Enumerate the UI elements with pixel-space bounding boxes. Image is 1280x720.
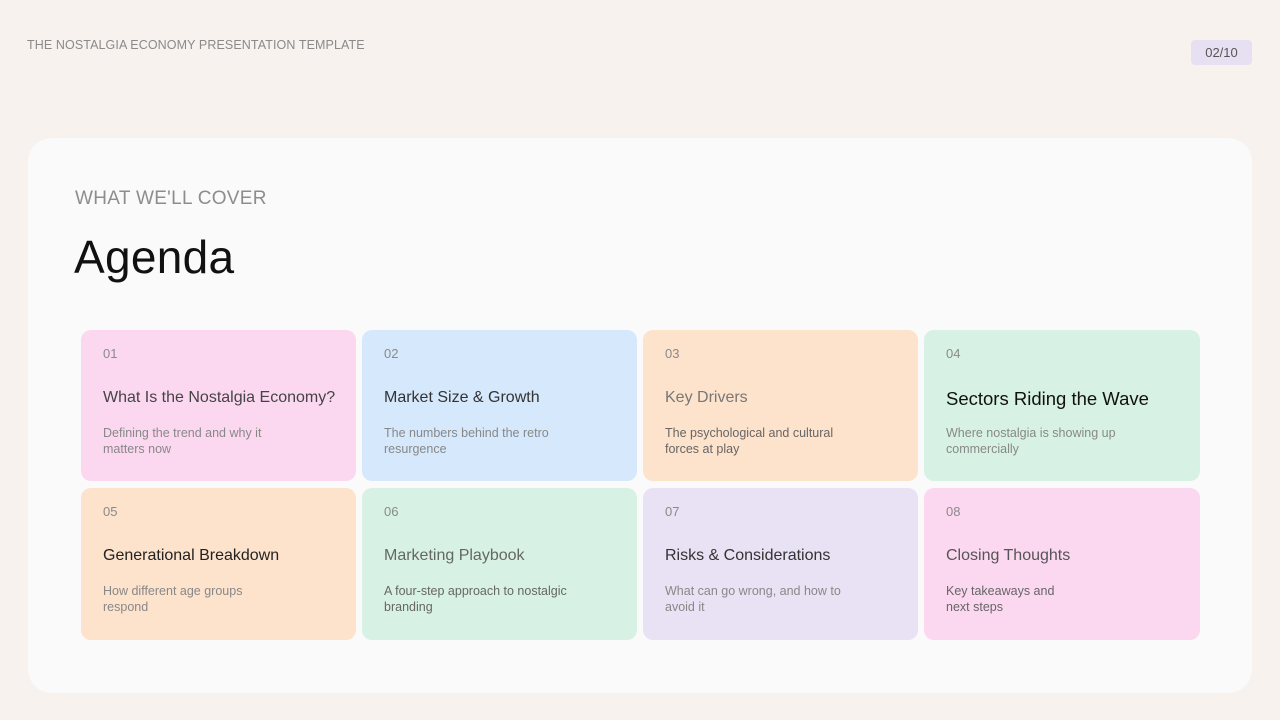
agenda-card-title: Marketing Playbook	[384, 547, 525, 564]
agenda-card-03[interactable]: 03 Key Drivers The psychological and cul…	[643, 330, 918, 481]
agenda-card-01[interactable]: 01 What Is the Nostalgia Economy? Defini…	[81, 330, 356, 481]
agenda-card-description: How different age groups respond	[103, 584, 243, 614]
agenda-card-number: 08	[946, 504, 961, 519]
agenda-card-number: 02	[384, 346, 399, 361]
agenda-card-07[interactable]: 07 Risks & Considerations What can go wr…	[643, 488, 918, 640]
agenda-card-description: What can go wrong, and how to avoid it	[665, 584, 841, 614]
agenda-card-title: Market Size & Growth	[384, 389, 540, 406]
page-indicator-badge: 02/10	[1191, 40, 1252, 65]
agenda-card-number: 03	[665, 346, 680, 361]
presentation-title: THE NOSTALGIA ECONOMY PRESENTATION TEMPL…	[27, 38, 365, 52]
agenda-card-05[interactable]: 05 Generational Breakdown How different …	[81, 488, 356, 640]
agenda-card-description: The numbers behind the retro resurgence	[384, 426, 549, 456]
agenda-card-number: 01	[103, 346, 118, 361]
agenda-card-title: Key Drivers	[665, 389, 748, 406]
agenda-card-description: A four-step approach to nostalgic brandi…	[384, 584, 567, 614]
agenda-card-description: The psychological and cultural forces at…	[665, 426, 834, 456]
agenda-card-02[interactable]: 02 Market Size & Growth The numbers behi…	[362, 330, 637, 481]
agenda-panel: WHAT WE'LL COVER Agenda 01 What Is the N…	[28, 138, 1252, 693]
agenda-card-title: Risks & Considerations	[665, 547, 831, 564]
agenda-card-title: What Is the Nostalgia Economy?	[103, 389, 336, 406]
agenda-card-description: Where nostalgia is showing up commercial…	[946, 426, 1116, 456]
agenda-card-title: Sectors Riding the Wave	[946, 388, 1149, 409]
section-eyebrow: WHAT WE'LL COVER	[75, 188, 267, 209]
agenda-grid: 01 What Is the Nostalgia Economy? Defini…	[81, 330, 1200, 640]
agenda-card-number: 06	[384, 504, 399, 519]
page-title: Agenda	[74, 231, 235, 283]
agenda-card-number: 07	[665, 504, 680, 519]
agenda-card-title: Closing Thoughts	[946, 547, 1071, 564]
agenda-card-description: Key takeaways and next steps	[946, 584, 1055, 614]
agenda-card-number: 05	[103, 504, 118, 519]
agenda-card-title: Generational Breakdown	[103, 547, 280, 564]
agenda-card-number: 04	[946, 346, 961, 361]
agenda-card-description: Defining the trend and why it matters no…	[103, 426, 262, 456]
agenda-card-08[interactable]: 08 Closing Thoughts Key takeaways and ne…	[924, 488, 1200, 640]
agenda-card-04[interactable]: 04 Sectors Riding the Wave Where nostalg…	[924, 330, 1200, 481]
agenda-card-06[interactable]: 06 Marketing Playbook A four-step approa…	[362, 488, 637, 640]
